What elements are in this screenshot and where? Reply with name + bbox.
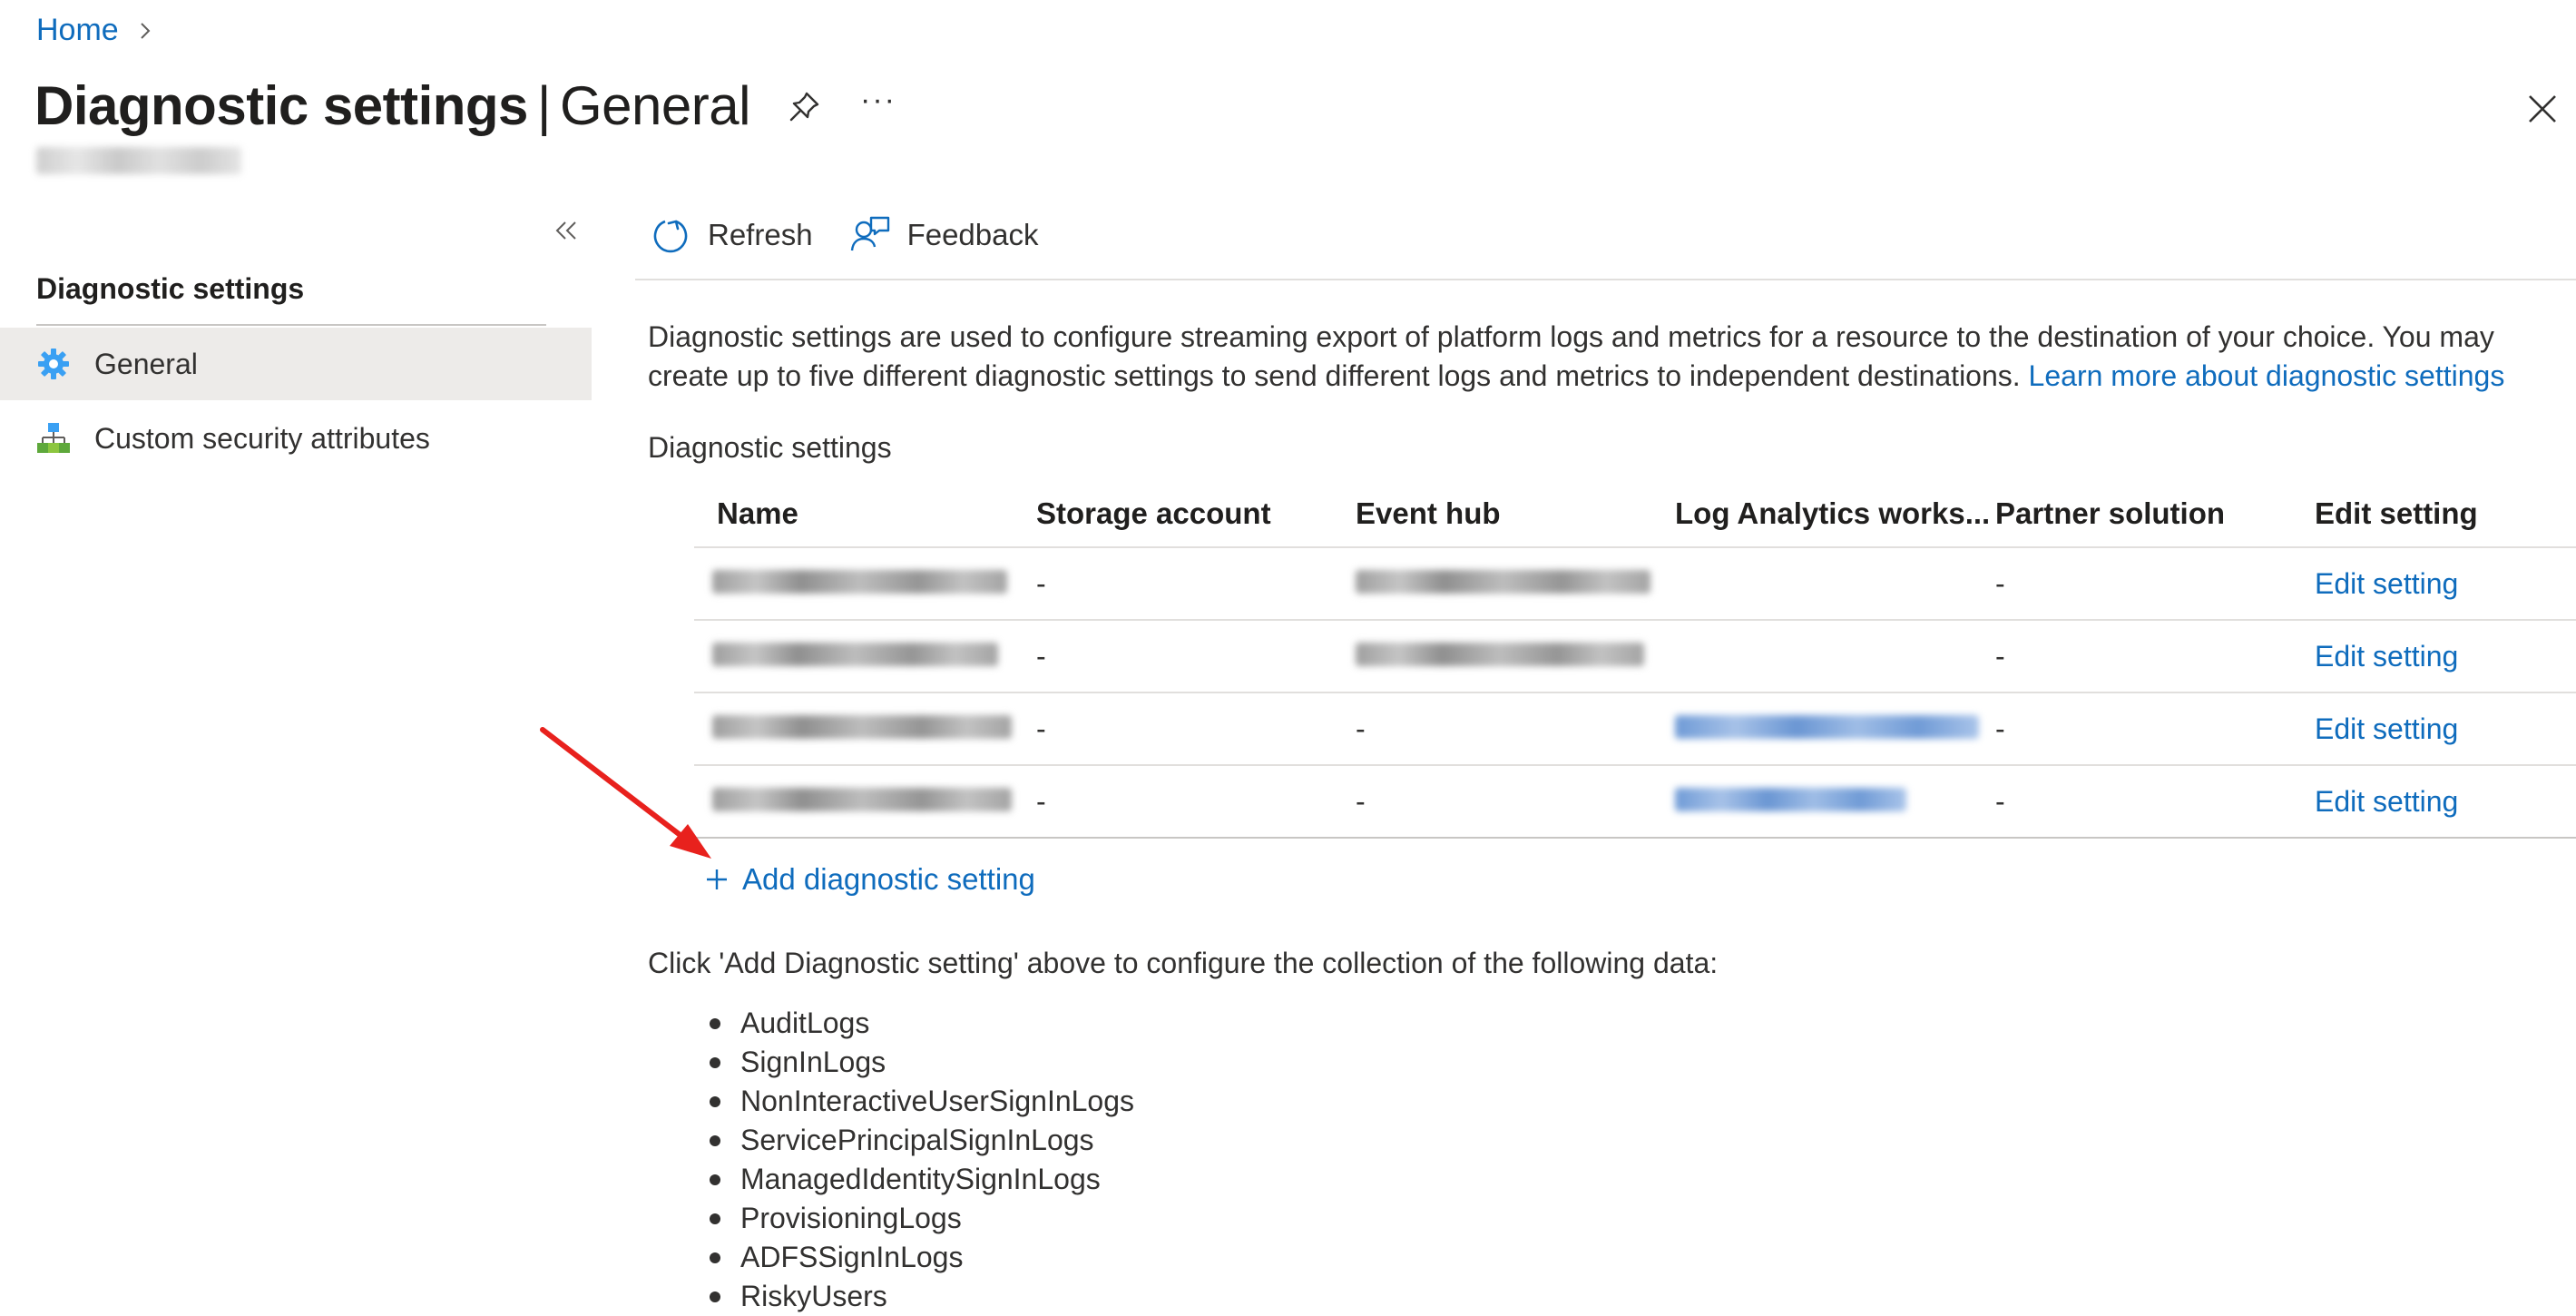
table-header: Name Storage account Event hub Log Analy… [694, 481, 2576, 548]
list-item-label: SignInLogs [740, 1046, 886, 1078]
feedback-label: Feedback [906, 218, 1039, 251]
column-header-storage[interactable]: Storage account [1036, 496, 1271, 531]
add-diagnostic-setting-link[interactable]: Add diagnostic setting [704, 862, 1035, 897]
list-item: ADFSSignInLogs [710, 1238, 1134, 1277]
log-analytics-redacted[interactable] [1675, 785, 1906, 819]
table-row: - - - Edit setting [694, 693, 2576, 766]
nav-divider [36, 324, 546, 326]
column-header-log-analytics[interactable]: Log Analytics works... [1675, 496, 1990, 531]
name-redacted [712, 712, 1012, 746]
partner-cell: - [1995, 784, 2005, 818]
list-item-label: ManagedIdentitySignInLogs [740, 1163, 1101, 1195]
feedback-icon [850, 216, 889, 251]
page-title-sub: General [560, 75, 750, 136]
list-item: ProvisioningLogs [710, 1199, 1134, 1238]
list-item: ManagedIdentitySignInLogs [710, 1160, 1134, 1199]
refresh-label: Refresh [708, 218, 813, 251]
refresh-button[interactable]: Refresh [650, 214, 813, 256]
org-hierarchy-icon [37, 423, 70, 453]
diagnostic-settings-table: Name Storage account Event hub Log Analy… [694, 481, 2576, 839]
list-item-label: AuditLogs [740, 1007, 870, 1039]
page-title: Diagnostic settings | General [34, 74, 750, 137]
add-diagnostic-setting-label: Add diagnostic setting [742, 862, 1035, 896]
plus-icon [707, 869, 727, 889]
storage-cell: - [1036, 639, 1046, 673]
toolbar-divider [635, 279, 2576, 280]
edit-setting-link[interactable]: Edit setting [2315, 712, 2458, 746]
tenant-name-redacted [36, 147, 241, 174]
edit-setting-link[interactable]: Edit setting [2315, 640, 2458, 673]
storage-cell: - [1036, 784, 1046, 818]
list-item-label: NonInteractiveUserSignInLogs [740, 1085, 1135, 1117]
name-redacted [712, 640, 998, 673]
list-item: ServicePrincipalSignInLogs [710, 1121, 1134, 1160]
breadcrumb: Home [36, 13, 155, 48]
chevron-right-icon [140, 22, 151, 39]
table-row: - - Edit setting [694, 548, 2576, 621]
event-hub-redacted [1356, 567, 1650, 601]
name-redacted [712, 567, 1007, 601]
list-item: AuditLogs [710, 1004, 1134, 1043]
column-header-partner[interactable]: Partner solution [1995, 496, 2225, 531]
list-item-label: ServicePrincipalSignInLogs [740, 1124, 1094, 1156]
instructions-text: Click 'Add Diagnostic setting' above to … [648, 947, 1719, 979]
learn-more-link[interactable]: Learn more about diagnostic settings [2029, 359, 2505, 392]
list-item: RiskyUsers [710, 1277, 1134, 1316]
event-hub-cell: - [1356, 784, 1366, 818]
close-icon[interactable] [2522, 89, 2562, 129]
more-options-icon[interactable]: ··· [860, 84, 900, 123]
event-hub-cell: - [1356, 712, 1366, 745]
column-header-event-hub[interactable]: Event hub [1356, 496, 1501, 531]
list-item: SignInLogs [710, 1043, 1134, 1082]
data-type-list: AuditLogs SignInLogs NonInteractiveUserS… [710, 1004, 1134, 1316]
command-bar: Refresh Feedback [650, 214, 1039, 256]
nav-heading: Diagnostic settings [36, 272, 305, 305]
list-item-label: ADFSSignInLogs [740, 1241, 964, 1273]
edit-setting-link[interactable]: Edit setting [2315, 785, 2458, 819]
sidebar-item-label: General [94, 347, 198, 380]
annotation-arrow [540, 727, 711, 859]
edit-setting-link[interactable]: Edit setting [2315, 567, 2458, 601]
feedback-button[interactable]: Feedback [849, 214, 1039, 256]
sidebar-item-general[interactable]: General [0, 328, 592, 400]
list-item-label: RiskyUsers [740, 1280, 887, 1312]
partner-cell: - [1995, 712, 2005, 745]
list-item-label: ProvisioningLogs [740, 1202, 962, 1234]
table-row: - - Edit setting [694, 621, 2576, 693]
sidebar-item-custom-security-attributes[interactable]: Custom security attributes [0, 402, 592, 475]
log-analytics-redacted[interactable] [1675, 712, 1979, 746]
page-title-main: Diagnostic settings [34, 75, 528, 136]
column-header-name[interactable]: Name [717, 496, 798, 531]
partner-cell: - [1995, 566, 2005, 600]
name-redacted [712, 785, 1012, 819]
description: Diagnostic settings are used to configur… [648, 318, 2553, 396]
sidebar-item-label: Custom security attributes [94, 421, 430, 455]
storage-cell: - [1036, 712, 1046, 745]
breadcrumb-home-link[interactable]: Home [36, 13, 119, 48]
table-row: - - - Edit setting [694, 766, 2576, 839]
section-label: Diagnostic settings [648, 431, 892, 464]
storage-cell: - [1036, 566, 1046, 600]
refresh-icon [653, 220, 688, 253]
list-item: NonInteractiveUserSignInLogs [710, 1082, 1134, 1121]
collapse-panel-icon[interactable] [550, 214, 583, 247]
column-header-edit: Edit setting [2315, 496, 2478, 530]
event-hub-redacted [1356, 640, 1644, 673]
gear-icon [38, 349, 69, 379]
partner-cell: - [1995, 639, 2005, 673]
title-separator: | [536, 75, 552, 136]
pin-icon[interactable] [784, 87, 824, 127]
